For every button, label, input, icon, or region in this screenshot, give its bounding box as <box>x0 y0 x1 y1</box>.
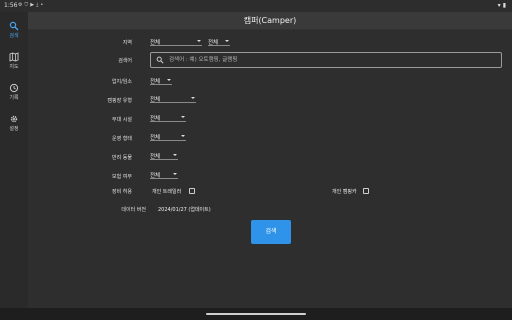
facilities-label: 부대 시설 <box>112 117 132 123</box>
search-icon <box>9 21 19 31</box>
settings-icon <box>10 115 18 123</box>
trailer-checkbox[interactable] <box>189 188 195 194</box>
chevron-down-icon <box>225 40 229 42</box>
nav-item-settings[interactable]: 설정 <box>0 111 28 135</box>
facilities-select[interactable]: 전체 <box>150 113 186 122</box>
system-nav-bar <box>0 308 512 320</box>
nav-item-history[interactable]: 기록 <box>0 80 28 104</box>
insurance-label: 보험 여부 <box>112 174 132 180</box>
battery-icon: ▮ <box>502 2 508 9</box>
nav-item-search[interactable]: 검색 <box>0 18 28 42</box>
search-icon <box>156 56 164 64</box>
nav-item-label: 기록 <box>9 95 19 101</box>
chevron-down-icon <box>191 97 195 99</box>
business-label: 업지/임소 <box>111 79 132 85</box>
chevron-down-icon <box>197 40 201 42</box>
page-title: 캠퍼(Camper) <box>243 16 297 25</box>
dot-icon: • <box>40 2 46 8</box>
search-button[interactable]: 검색 <box>251 220 291 244</box>
search-input[interactable] <box>169 55 489 65</box>
trailer-option-label: 개인 트레일러 <box>152 189 182 195</box>
data-version-value: 2024/01/27 (업데이트) <box>158 207 211 213</box>
app-bar: 캠퍼(Camper) <box>28 12 512 30</box>
chevron-down-icon <box>167 79 171 81</box>
status-time: 1:56 <box>4 2 18 9</box>
nav-item-label: 검색 <box>9 33 19 39</box>
nav-item-label: 설정 <box>9 126 19 132</box>
chevron-down-icon <box>181 116 185 118</box>
pets-label: 반려 동물 <box>112 155 132 161</box>
search-form: 지역 전체 전체 검색어 업지/임소 전체 캠핑장 유형 전체 부대 시설 전체… <box>28 30 512 308</box>
campervan-option-label: 개인 캠핑카 <box>332 189 357 195</box>
chevron-down-icon <box>181 135 185 137</box>
camp-type-label: 캠핑장 유형 <box>107 98 132 104</box>
status-bar: 1:56 ⚙⛉▶⤓• ▾▮ <box>0 0 512 12</box>
map-icon <box>9 52 19 62</box>
pets-select[interactable]: 전체 <box>150 151 178 160</box>
data-version-label: 데이터 버전 <box>121 207 146 213</box>
chevron-down-icon <box>173 173 177 175</box>
status-icons: ⚙⛉▶⤓• <box>18 2 45 8</box>
campervan-checkbox[interactable] <box>363 188 369 194</box>
operation-label: 운영 형태 <box>112 136 132 142</box>
history-icon <box>9 83 19 93</box>
nav-item-label: 지도 <box>9 64 19 70</box>
status-right-icons: ▾▮ <box>498 2 508 9</box>
search-field[interactable] <box>150 52 502 68</box>
home-gesture-handle[interactable] <box>206 313 306 315</box>
equipment-label: 장비 허용 <box>112 189 132 195</box>
nav-item-map[interactable]: 지도 <box>0 49 28 73</box>
business-select[interactable]: 전체 <box>150 76 172 85</box>
nav-rail: 검색 지도 기록 설정 <box>0 12 28 308</box>
region-select-1[interactable]: 전체 <box>150 37 202 46</box>
operation-select[interactable]: 전체 <box>150 132 186 141</box>
region-label: 지역 <box>122 40 132 46</box>
keyword-label: 검색어 <box>118 58 132 64</box>
insurance-select[interactable]: 전체 <box>150 170 178 179</box>
camp-type-select[interactable]: 전체 <box>150 94 196 103</box>
region-select-2[interactable]: 전체 <box>208 37 230 46</box>
chevron-down-icon <box>173 154 177 156</box>
